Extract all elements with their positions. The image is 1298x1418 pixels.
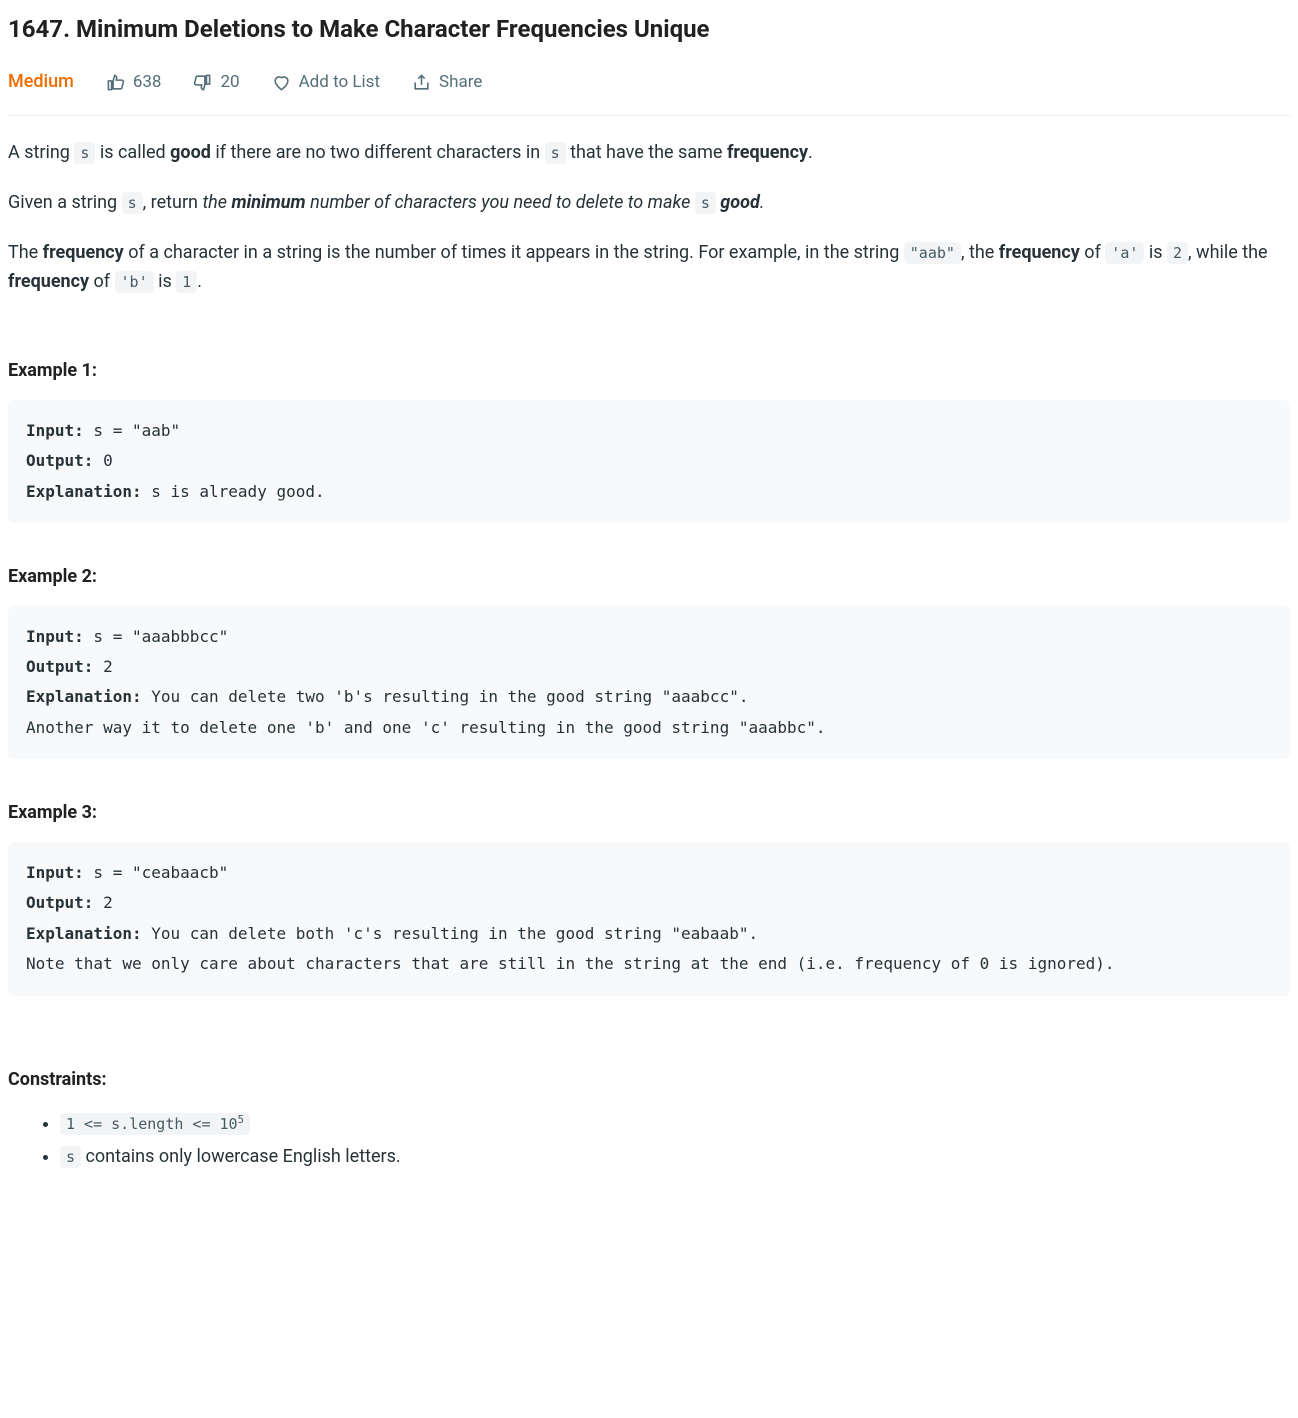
add-to-list-label: Add to List bbox=[299, 69, 380, 96]
code-s: s bbox=[122, 192, 143, 214]
difficulty-badge: Medium bbox=[8, 68, 74, 97]
like-count: 638 bbox=[133, 69, 162, 96]
constraint-item: s contains only lowercase English letter… bbox=[60, 1141, 1290, 1173]
share-button[interactable]: Share bbox=[412, 69, 482, 96]
example-3-block: Input: s = "ceabaacb" Output: 2 Explanat… bbox=[8, 842, 1290, 996]
code-b: 'b' bbox=[115, 271, 154, 293]
dislike-button[interactable]: 20 bbox=[193, 69, 239, 96]
problem-description: A string s is called good if there are n… bbox=[8, 138, 1290, 297]
example-1-heading: Example 1: bbox=[8, 357, 1290, 386]
example-3-heading: Example 3: bbox=[8, 799, 1290, 828]
thumbs-down-icon bbox=[193, 73, 212, 92]
code-s: s bbox=[74, 142, 95, 164]
add-to-list-button[interactable]: Add to List bbox=[272, 69, 380, 96]
heart-icon bbox=[272, 73, 291, 92]
code-s: s bbox=[695, 192, 716, 214]
share-icon bbox=[412, 73, 431, 92]
description-p1: A string s is called good if there are n… bbox=[8, 138, 1290, 168]
code-a: 'a' bbox=[1105, 242, 1144, 264]
constraint-item: 1 <= s.length <= 105 bbox=[60, 1108, 1290, 1140]
example-2-heading: Example 2: bbox=[8, 563, 1290, 592]
constraints-heading: Constraints: bbox=[8, 1066, 1290, 1095]
example-2-block: Input: s = "aaabbbcc" Output: 2 Explanat… bbox=[8, 606, 1290, 760]
constraint-code: 1 <= s.length <= 105 bbox=[60, 1113, 250, 1135]
share-label: Share bbox=[439, 69, 482, 96]
meta-row: Medium 638 20 Add to List Share bbox=[8, 68, 1290, 116]
thumbs-up-icon bbox=[106, 73, 125, 92]
code-aab: "aab" bbox=[904, 242, 961, 264]
constraints-list: 1 <= s.length <= 105 s contains only low… bbox=[8, 1108, 1290, 1173]
description-p2: Given a string s, return the minimum num… bbox=[8, 188, 1290, 218]
code-2: 2 bbox=[1167, 242, 1188, 264]
code-1: 1 bbox=[176, 271, 197, 293]
description-p3: The frequency of a character in a string… bbox=[8, 238, 1290, 297]
problem-title: 1647. Minimum Deletions to Make Characte… bbox=[8, 10, 1290, 48]
dislike-count: 20 bbox=[220, 69, 239, 96]
code-s: s bbox=[545, 142, 566, 164]
constraint-code: s bbox=[60, 1146, 81, 1168]
like-button[interactable]: 638 bbox=[106, 69, 162, 96]
example-1-block: Input: s = "aab" Output: 0 Explanation: … bbox=[8, 400, 1290, 523]
